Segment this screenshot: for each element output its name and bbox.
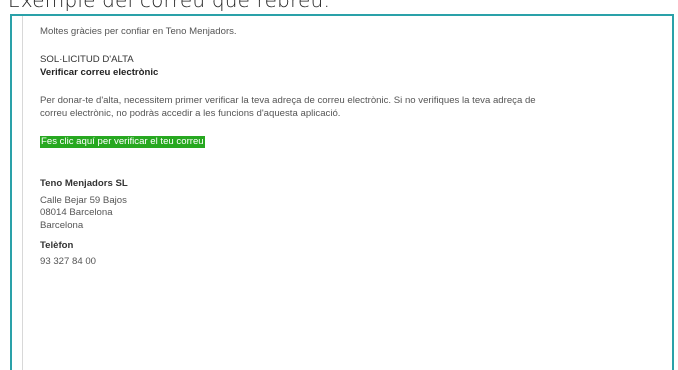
request-label: SOL·LICITUD D'ALTA — [40, 54, 134, 66]
address-postal-city: 08014 Barcelona — [40, 207, 113, 219]
phone-label: Telèfon — [40, 240, 74, 252]
email-preview-frame: Moltes gràcies per confiar en Teno Menja… — [10, 14, 674, 370]
frame-inner-divider — [22, 16, 23, 370]
body-text: Per donar-te d'alta, necessitem primer v… — [40, 95, 654, 120]
page-caption: Exemple del correu que rebreu: — [8, 0, 331, 12]
address-street: Calle Bejar 59 Bajos — [40, 194, 127, 206]
phone-number: 93 327 84 00 — [40, 256, 97, 268]
body-text-line-2: correu electrònic, no podràs accedir a l… — [40, 107, 341, 119]
body-text-line-1: Per donar-te d'alta, necessitem primer v… — [40, 95, 536, 107]
company-address: Calle Bejar 59 Bajos 08014 Barcelona Bar… — [40, 195, 654, 232]
request-title: Verificar correu electrònic — [40, 66, 159, 78]
thanks-text: Moltes gràcies per confiar en Teno Menja… — [40, 26, 237, 37]
verify-email-link[interactable]: Fes clic aquí per verificar el teu corre… — [40, 136, 205, 149]
company-name: Teno Menjadors SL — [40, 178, 128, 190]
email-body: Moltes gràcies per confiar en Teno Menja… — [40, 26, 654, 269]
address-city: Barcelona — [40, 219, 84, 231]
